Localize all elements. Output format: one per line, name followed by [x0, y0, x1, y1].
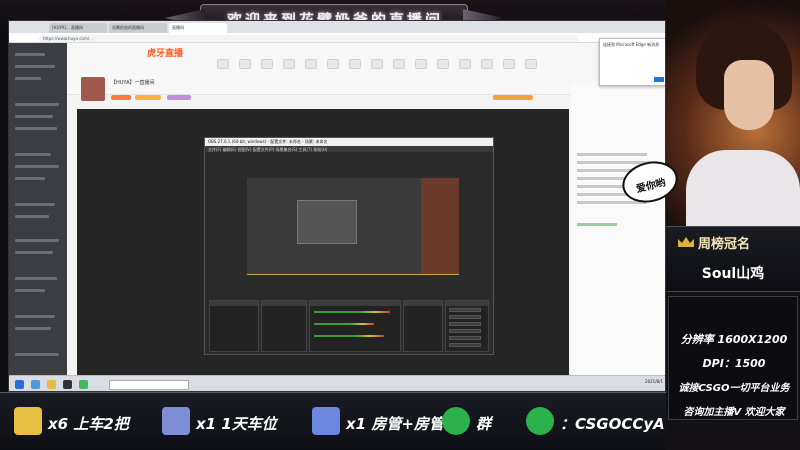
gift-label: ：CSGOCCyA: [560, 415, 665, 433]
taskbar-search[interactable]: [109, 380, 189, 390]
site-logo[interactable]: 虎牙直播: [147, 46, 183, 59]
gift-item: 群: [442, 407, 496, 437]
ticket-icon: [14, 407, 42, 435]
edge-icon[interactable]: [31, 380, 40, 389]
preview-desktop: [247, 178, 421, 274]
obs-menu-bar[interactable]: 文件(F) 编辑(E) 视图(V) 配置文件(P) 场景集合(S) 工具(T) …: [205, 146, 493, 152]
info-dpi: DPI：1500: [702, 357, 766, 370]
transitions-dock[interactable]: [403, 300, 443, 352]
room-title: 【HUYA】一直播间: [111, 80, 155, 86]
info-contact: 咨询加主播V 欢迎大家: [683, 407, 785, 418]
mixer-dock[interactable]: [309, 300, 401, 352]
obs-preview: [247, 178, 459, 294]
info-business: 诚接CSGO一切平台业务: [678, 383, 790, 394]
url-field[interactable]: https://www.huya.com/...: [39, 35, 579, 42]
crown-title: 周榜冠名: [698, 237, 751, 252]
wechat-icon[interactable]: [79, 380, 88, 389]
exit-button[interactable]: [449, 343, 481, 347]
site-sidebar: [9, 43, 67, 383]
gift-item: x6 上车2把: [14, 407, 164, 437]
info-resolution: 分辨率 1600X1200: [680, 333, 788, 346]
virtual-camera-button[interactable]: [449, 322, 481, 326]
taskbar-clock: 2021/8/1: [645, 379, 663, 384]
desktop-capture: [HUYA]... 直播间 花臂奶爸的直播间 直播间 https://www.h…: [8, 20, 666, 392]
studio-mode-button[interactable]: [449, 329, 481, 333]
info-box: 分辨率 1600X1200 DPI：1500 诚接CSGO一切平台业务 咨询加主…: [668, 296, 798, 420]
rocket-icon: [312, 407, 340, 435]
crown-icon: [678, 237, 694, 247]
start-icon[interactable]: [15, 380, 24, 389]
obs-docks: [209, 300, 489, 352]
preview-bottom-bar: [247, 274, 459, 294]
gift-label: 群: [476, 415, 492, 433]
gift-item: ：CSGOCCyA: [526, 407, 665, 437]
gift-item: x1 1天车位: [162, 407, 307, 437]
anime-portrait: [666, 0, 800, 226]
browser-tab[interactable]: [HUYA]... 直播间: [49, 23, 107, 33]
preview-nested-window: [297, 200, 357, 244]
chat-column: [571, 83, 665, 383]
wechat-icon: [526, 407, 554, 435]
controls-dock: [445, 300, 489, 352]
folder-icon[interactable]: [47, 380, 56, 389]
obs-window: OBS 27.0.1 (64-bit, windows) - 配置文件: 未命名…: [204, 137, 494, 355]
windows-taskbar: 2021/8/1: [9, 375, 665, 391]
browser-tab[interactable]: 花臂奶爸的直播间: [109, 23, 167, 33]
bottom-gift-bar: x6 上车2把 x1 1天车位 x1 房管+房管 群 ：CSGOCCyA: [0, 392, 666, 450]
plane-icon: [162, 407, 190, 435]
address-bar: https://www.huya.com/...: [9, 33, 665, 43]
notification-popup: 连接到 Microsoft Edge 新消息: [599, 38, 665, 86]
wechat-icon: [442, 407, 470, 435]
start-streaming-button[interactable]: [449, 308, 481, 312]
preview-portrait: [421, 178, 459, 274]
right-panel: 周榜冠名 Soul山鸡 分辨率 1600X1200 DPI：1500 诚接CSG…: [666, 0, 800, 450]
gift-label: x1 1天车位: [196, 415, 277, 433]
sources-dock[interactable]: [261, 300, 307, 352]
crown-name: Soul山鸡: [701, 266, 765, 282]
bubble-text: 爱你哟: [635, 177, 667, 196]
popup-text: 连接到 Microsoft Edge 新消息: [603, 42, 660, 47]
gift-item: x1 房管+房管: [312, 407, 444, 437]
obs-icon[interactable]: [63, 380, 72, 389]
start-recording-button[interactable]: [449, 315, 481, 319]
obs-title-bar[interactable]: OBS 27.0.1 (64-bit, windows) - 配置文件: 未命名…: [205, 138, 493, 146]
gift-label: x6 上车2把: [48, 415, 129, 433]
browser-tab-active[interactable]: 直播间: [169, 23, 227, 33]
stream-overlay: { "banner": { "title": "欢迎来到花臂奶爸的直播间" },…: [0, 0, 800, 450]
browser-tab-bar: [HUYA]... 直播间 花臂奶爸的直播间 直播间: [9, 21, 665, 33]
settings-button[interactable]: [449, 336, 481, 340]
scenes-dock[interactable]: [209, 300, 259, 352]
gift-label: x1 房管+房管: [346, 415, 444, 433]
popup-ok-button[interactable]: [654, 77, 664, 82]
weekly-crown-box: 周榜冠名 Soul山鸡: [666, 226, 800, 292]
streamer-avatar[interactable]: [81, 77, 105, 101]
